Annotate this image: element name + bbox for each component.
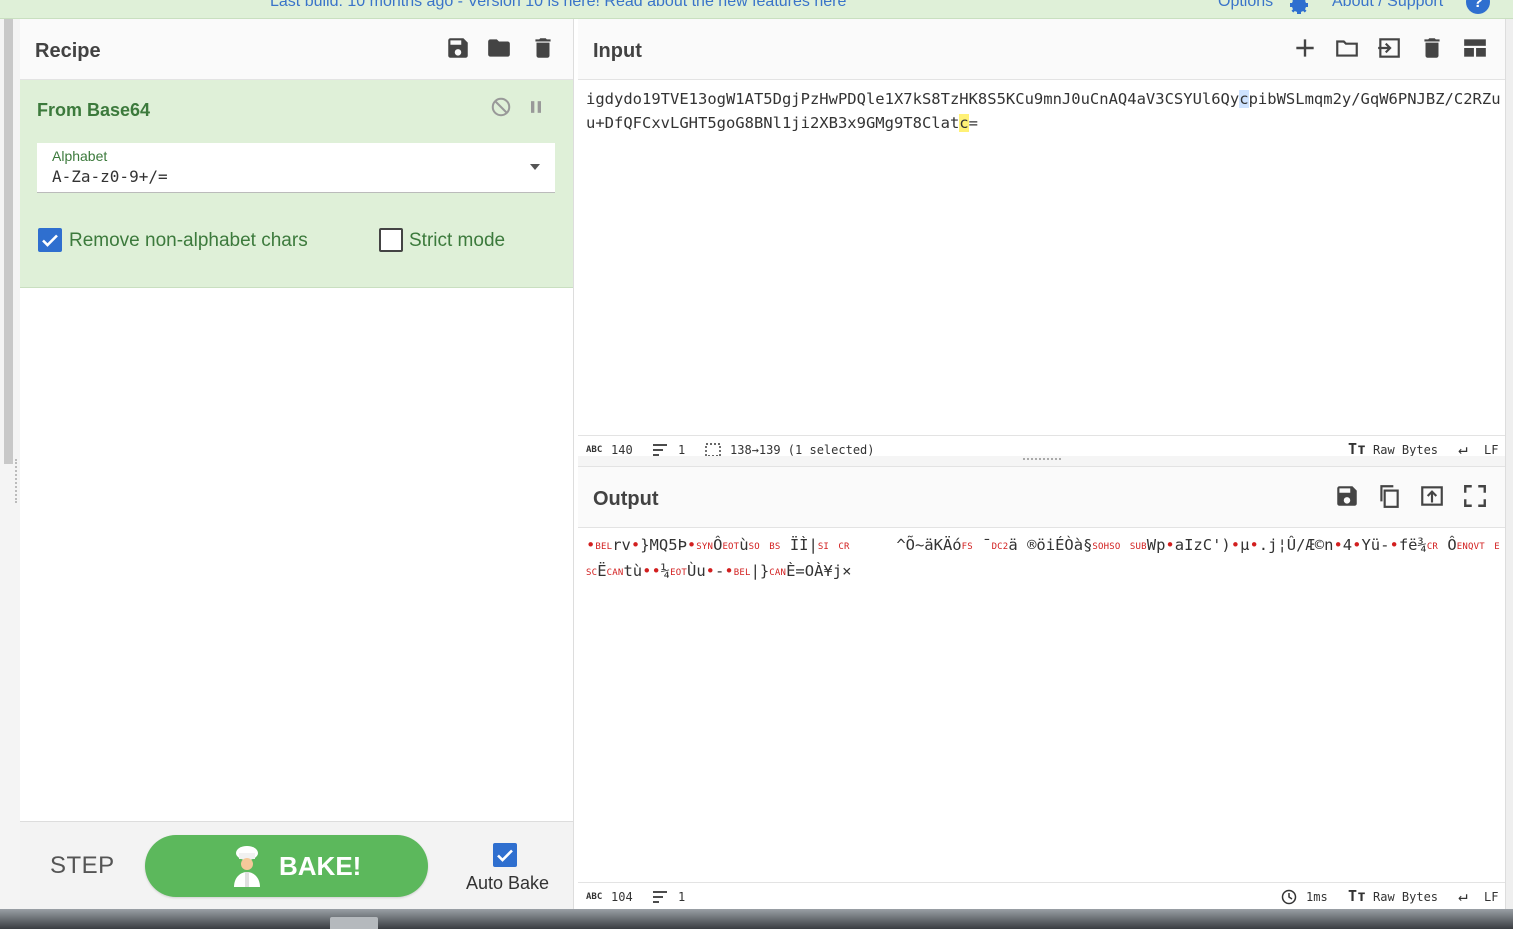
save-recipe-icon[interactable] [445,35,471,61]
input-title: Input [593,40,642,62]
breakpoint-pause-icon[interactable] [526,97,546,117]
strict-mode-label[interactable]: Strict mode [409,230,505,252]
eol-return-icon[interactable]: ↵ [1458,886,1468,905]
remove-non-alphabet-checkbox[interactable] [38,228,62,252]
lines-icon [653,891,667,903]
remove-non-alphabet-label[interactable]: Remove non-alphabet chars [69,230,308,252]
clock-icon [1281,889,1297,905]
auto-bake-label[interactable]: Auto Bake [466,873,549,894]
auto-bake-checkbox[interactable] [493,843,517,867]
input-textarea[interactable]: igdydo19TVE13ogW1AT5DgjPzHwPDQle1X7kS8Tz… [586,87,1501,135]
load-recipe-folder-icon[interactable] [486,35,512,61]
os-taskbar [0,909,1513,929]
output-textarea[interactable]: •BELrv•}MQ5Þ•SYNÔEOTùSO BS ÏÌ|SI CR ^Õ~ä… [586,533,1501,585]
output-eol[interactable]: LF [1484,890,1498,904]
input-selection-info: 138→139 (1 selected) [730,443,875,457]
recipe-title: Recipe [35,40,101,62]
strict-mode-checkbox[interactable] [379,228,403,252]
help-icon[interactable]: ? [1466,0,1490,14]
abc-length-icon: ABC [586,445,603,455]
selection-icon [705,443,721,457]
update-notice-link[interactable]: Last build: 10 months ago - Version 10 i… [270,0,846,11]
splitter-grip[interactable] [1023,458,1061,460]
input-cursor-highlight: c [959,114,969,132]
output-length: 104 [611,890,633,904]
bake-controls: STEP BAKE! Auto Bake [20,821,573,910]
output-lines: 1 [678,890,686,904]
gear-icon[interactable] [1285,0,1313,16]
copy-output-icon[interactable] [1376,483,1402,509]
input-eol[interactable]: LF [1484,443,1498,457]
output-encoding[interactable]: Raw Bytes [1373,890,1438,904]
checkmark-icon [497,849,513,862]
clear-input-trash-icon[interactable] [1419,35,1445,61]
abc-length-icon: ABC [586,892,603,902]
recipe-pane: Recipe From Base64 Alphabet A-Za-z0-9+/= [20,19,574,910]
about-support-link[interactable]: About / Support [1332,0,1443,11]
bake-button[interactable]: BAKE! [145,835,428,897]
input-selection-highlight: c [1239,90,1249,108]
bake-label: BAKE! [279,851,362,881]
checkmark-icon [42,234,58,247]
alphabet-select[interactable]: Alphabet A-Za-z0-9+/= [37,143,555,193]
output-header: Output [578,467,1505,528]
lines-icon [653,444,667,456]
left-gutter [0,19,21,909]
reset-layout-icon[interactable] [1462,35,1488,61]
input-length: 140 [611,443,633,457]
encoding-tt-icon[interactable]: Tт [1348,887,1366,905]
dropdown-caret-icon[interactable] [530,163,540,171]
open-file-input-icon[interactable] [1376,35,1402,61]
options-link[interactable]: Options [1218,0,1273,11]
disable-operation-icon[interactable] [490,96,512,118]
alphabet-value: A-Za-z0-9+/= [52,167,168,186]
input-encoding[interactable]: Raw Bytes [1373,443,1438,457]
scrollbar-thumb[interactable] [4,19,13,464]
output-status-bar: ABC 104 1 1ms Tт Raw Bytes ↵ LF [578,882,1505,911]
pane-splitter[interactable] [578,456,1505,466]
maximise-output-icon[interactable] [1462,483,1488,509]
alphabet-label: Alphabet [52,148,108,164]
step-button[interactable]: STEP [50,852,115,880]
output-title: Output [593,488,659,510]
input-header: Input [578,19,1505,80]
right-gutter [1505,19,1513,909]
open-folder-icon[interactable] [1334,35,1360,61]
input-text-segment: = [968,114,978,132]
replace-input-with-output-icon[interactable] [1419,483,1445,509]
add-input-plus-icon[interactable] [1292,35,1318,61]
input-text-segment: igdydo19TVE13ogW1AT5DgjPzHwPDQle1X7kS8Tz… [586,90,1240,108]
save-output-icon[interactable] [1334,483,1360,509]
output-pane: Output •BELrv•}MQ5Þ•SYNÔEOTùSO BS ÏÌ|SI … [578,466,1505,911]
taskbar-tab[interactable] [330,917,378,929]
top-banner: Last build: 10 months ago - Version 10 i… [0,0,1513,19]
operation-title: From Base64 [37,100,151,120]
operation-from-base64[interactable]: From Base64 Alphabet A-Za-z0-9+/= Remove… [20,80,573,288]
clear-recipe-trash-icon[interactable] [530,35,556,61]
input-pane: Input igdydo19TVE13ogW1AT5DgjPzHwPDQle1X… [578,19,1505,464]
bake-time: 1ms [1306,890,1328,904]
recipe-header: Recipe [20,19,573,80]
input-lines: 1 [678,443,686,457]
chef-icon [234,846,260,887]
